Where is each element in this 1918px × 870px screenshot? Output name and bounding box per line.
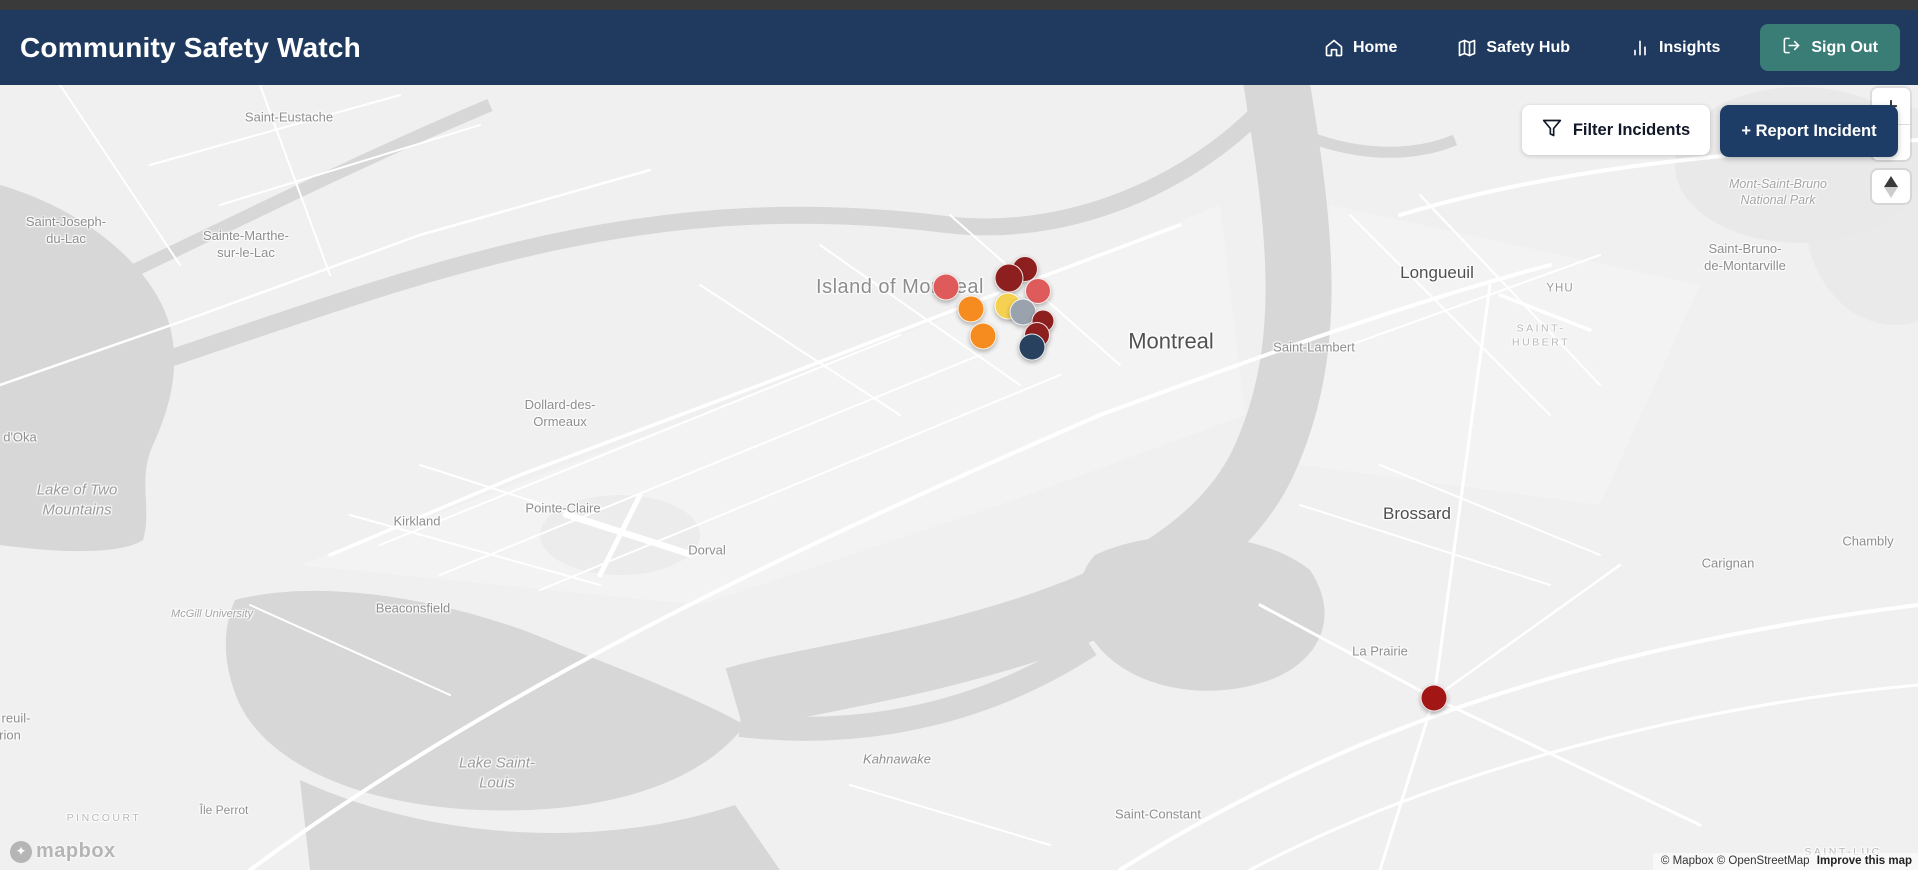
incident-marker[interactable] <box>1018 333 1046 361</box>
report-incident-label: + Report Incident <box>1741 121 1877 140</box>
improve-map-link[interactable]: Improve this map <box>1817 855 1912 867</box>
mapbox-logo[interactable]: mapbox <box>10 840 116 863</box>
attribution-osm-link[interactable]: © OpenStreetMap <box>1717 855 1810 867</box>
attribution-mapbox-link[interactable]: © Mapbox <box>1661 855 1714 867</box>
report-incident-button[interactable]: + Report Incident <box>1720 105 1898 157</box>
incident-marker[interactable] <box>969 322 997 350</box>
incident-marker[interactable] <box>957 295 985 323</box>
nav-label-safety-hub: Safety Hub <box>1486 38 1570 56</box>
funnel-icon <box>1542 118 1562 143</box>
main-nav: Home Safety Hub Insights Sign Out <box>1264 24 1900 71</box>
home-icon <box>1324 38 1344 58</box>
nav-label-insights: Insights <box>1659 38 1721 56</box>
nav-item-safety-hub[interactable]: Safety Hub <box>1457 38 1570 58</box>
nav-label-home: Home <box>1352 38 1398 56</box>
nav-item-insights[interactable]: Insights <box>1630 38 1720 58</box>
filter-incidents-button[interactable]: Filter Incidents <box>1522 105 1710 155</box>
compass-needle-icon <box>1884 175 1898 198</box>
map-icon <box>1457 38 1477 58</box>
mapbox-logo-icon <box>10 840 32 863</box>
app-header: Community Safety Watch Home Safety Hub I… <box>0 10 1918 85</box>
nav-item-home[interactable]: Home <box>1324 38 1397 58</box>
map-attribution: © Mapbox © OpenStreetMap Improve this ma… <box>1652 853 1918 870</box>
app-title: Community Safety Watch <box>20 31 361 63</box>
filter-incidents-label: Filter Incidents <box>1572 120 1691 139</box>
incident-markers-layer <box>0 85 1918 870</box>
incident-marker[interactable] <box>932 273 960 301</box>
log-out-icon <box>1782 36 1801 60</box>
bar-chart-icon <box>1630 38 1650 58</box>
incident-marker[interactable] <box>1420 684 1448 712</box>
browser-top-strip <box>0 0 1918 10</box>
sign-out-button[interactable]: Sign Out <box>1760 24 1900 71</box>
map-compass-control[interactable] <box>1872 170 1910 203</box>
incident-marker[interactable] <box>994 263 1024 293</box>
sign-out-label: Sign Out <box>1811 38 1878 56</box>
map-canvas[interactable]: Saint-Eustache Saint-Joseph-du-Lac Sainte-… <box>0 85 1918 870</box>
mapbox-logo-text: mapbox <box>36 840 116 862</box>
